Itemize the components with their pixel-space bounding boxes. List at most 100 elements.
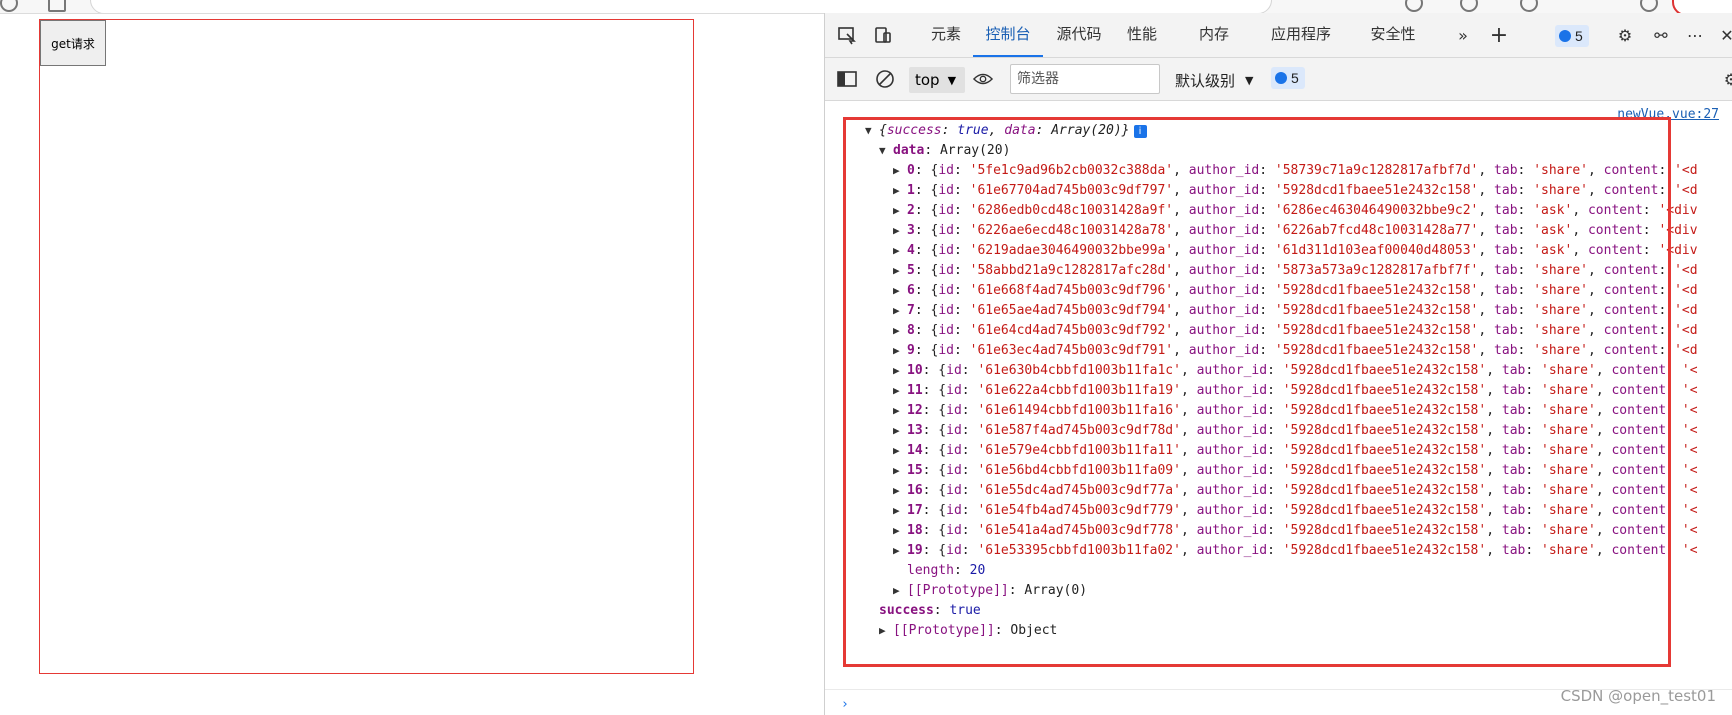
devtools-tabbar: 元素 控制台 源代码 性能 内存 应用程序 安全性 » + 5 ⚙ ⚯ ⋯ ✕ [825,13,1732,58]
message-icon [1559,30,1571,42]
array-item-row[interactable]: ▶ 5: {id: '58abbd21a9c1282817afc28d', aut… [865,261,1725,281]
tab-security[interactable]: 安全性 [1363,13,1423,57]
tab-application[interactable]: 应用程序 [1261,13,1341,57]
address-bar[interactable] [90,0,1272,13]
triangle-right-icon[interactable]: ▶ [893,401,907,421]
more-tabs-icon[interactable]: » [1453,25,1473,45]
get-request-button[interactable]: get请求 [40,20,106,66]
message-icon [1275,72,1287,84]
settings-more-icon[interactable] [1640,0,1658,12]
triangle-right-icon[interactable]: ▶ [893,261,907,281]
clear-console-icon[interactable] [875,69,895,89]
array-item-row[interactable]: ▶ 17: {id: '61e54fb4ad745b003c9df779', au… [865,501,1725,521]
page-container [39,19,694,674]
chevron-down-icon: ▼ [1245,73,1254,87]
log-levels-dropdown[interactable]: 默认级别 ▼ [1175,67,1253,93]
browser-toolbar [0,0,1732,14]
array-item-row[interactable]: ▶ 0: {id: '5fe1c9ad96b2cb0032c388da', aut… [865,161,1725,181]
length-row: length: 20 [907,563,986,578]
array-item-row[interactable]: ▶ 6: {id: '61e668f4ad745b003c9df796', aut… [865,281,1725,301]
console-settings-gear-icon[interactable]: ⚙ [1721,69,1732,89]
array-item-row[interactable]: ▶ 12: {id: '61e61494cbbfd1003b11fa16', au… [865,401,1725,421]
triangle-right-icon[interactable]: ▶ [893,361,907,381]
console-toolbar: top ▼ 默认级别 ▼ 5 ⚙ [825,58,1732,101]
filter-input[interactable] [1010,64,1160,94]
tab-memory[interactable]: 内存 [1189,13,1239,57]
source-link[interactable]: newVue.vue:27 [1617,107,1719,122]
array-item-row[interactable]: ▶ 11: {id: '61e622a4cbbfd1003b11fa19', au… [865,381,1725,401]
triangle-right-icon[interactable]: ▶ [893,521,907,541]
triangle-right-icon[interactable]: ▶ [893,541,907,561]
array-item-row[interactable]: ▶ 1: {id: '61e67704ad745b003c9df797', aut… [865,181,1725,201]
device-emulation-icon[interactable] [873,25,893,45]
triangle-right-icon[interactable]: ▶ [893,441,907,461]
triangle-right-icon[interactable]: ▶ [893,201,907,221]
triangle-right-icon[interactable]: ▶ [893,321,907,341]
triangle-right-icon[interactable]: ▶ [879,621,893,641]
triangle-right-icon[interactable]: ▶ [893,501,907,521]
triangle-down-icon[interactable]: ▼ [879,141,893,161]
tab-console[interactable]: 控制台 [973,13,1043,57]
profile-button[interactable] [1672,0,1732,13]
tabs-icon[interactable] [48,0,66,12]
tab-sources[interactable]: 源代码 [1049,13,1109,57]
array-item-row[interactable]: ▶ 15: {id: '61e56bd4cbbfd1003b11fa09', au… [865,461,1725,481]
back-icon[interactable] [0,0,18,12]
triangle-right-icon[interactable]: ▶ [893,381,907,401]
array-item-row[interactable]: ▶ 9: {id: '61e63ec4ad745b003c9df791', aut… [865,341,1725,361]
issues-badge[interactable]: 5 [1555,25,1589,47]
object-summary-row[interactable]: ▼ {success: true, data: Array(20)} i [865,121,1725,141]
triangle-right-icon[interactable]: ▶ [893,241,907,261]
array-item-row[interactable]: ▶ 18: {id: '61e541a4ad745b003c9df778', au… [865,521,1725,541]
array-item-row[interactable]: ▶ 10: {id: '61e630b4cbbfd1003b11fa1c', au… [865,361,1725,381]
console-prompt[interactable]: › [841,697,849,712]
add-tab-icon[interactable]: + [1489,23,1509,48]
tab-performance[interactable]: 性能 [1117,13,1167,57]
array-item-row[interactable]: ▶ 13: {id: '61e587f4ad745b003c9df78d', au… [865,421,1725,441]
triangle-right-icon[interactable]: ▶ [893,421,907,441]
customize-icon[interactable]: ⚯ [1651,25,1671,45]
sidebar-toggle-icon[interactable] [837,69,857,89]
data-array-row[interactable]: ▼ data: Array(20) [865,141,1725,161]
object-prototype-row[interactable]: ▶ [[Prototype]]: Object [865,621,1725,641]
close-icon[interactable]: ✕ [1717,25,1732,45]
more-options-icon[interactable]: ⋯ [1685,25,1705,45]
favorites-icon[interactable] [1460,0,1478,12]
array-item-row[interactable]: ▶ 3: {id: '6226ae6ecd48c10031428a78', aut… [865,221,1725,241]
toolbar-issues-badge[interactable]: 5 [1271,67,1305,89]
array-prototype-row[interactable]: ▶ [[Prototype]]: Array(0) [865,581,1725,601]
array-item-row[interactable]: ▶ 16: {id: '61e55dc4ad745b003c9df77a', au… [865,481,1725,501]
triangle-right-icon[interactable]: ▶ [893,341,907,361]
array-item-row[interactable]: ▶ 7: {id: '61e65ae4ad745b003c9df794', aut… [865,301,1725,321]
triangle-down-icon[interactable]: ▼ [865,121,879,141]
devtools-panel: 元素 控制台 源代码 性能 内存 应用程序 安全性 » + 5 ⚙ ⚯ ⋯ ✕ … [824,13,1732,715]
triangle-right-icon[interactable]: ▶ [893,161,907,181]
array-item-row[interactable]: ▶ 19: {id: '61e53395cbbfd1003b11fa02', au… [865,541,1725,561]
gear-icon[interactable]: ⚙ [1615,25,1635,45]
console-output[interactable]: newVue.vue:27 ▼ {success: true, data: Arr… [825,101,1732,715]
triangle-right-icon[interactable]: ▶ [893,181,907,201]
array-item-row[interactable]: ▶ 4: {id: '6219adae3046490032bbe99a', aut… [865,241,1725,261]
watermark: CSDN @open_test01 [1560,687,1716,705]
array-rows: ▶ 0: {id: '5fe1c9ad96b2cb0032c388da', aut… [865,161,1725,561]
object-tree: ▼ {success: true, data: Array(20)} i ▼ data… [865,121,1725,641]
extension-icon[interactable] [1405,0,1423,12]
inspect-element-icon[interactable] [837,25,857,45]
object-summary: {success: true, data: Array(20)} [879,123,1130,138]
collections-icon[interactable] [1520,0,1538,12]
triangle-right-icon[interactable]: ▶ [893,481,907,501]
tab-elements[interactable]: 元素 [921,13,971,57]
array-item-row[interactable]: ▶ 8: {id: '61e64cd4ad745b003c9df792', aut… [865,321,1725,341]
context-select[interactable]: top ▼ [909,67,965,93]
triangle-right-icon[interactable]: ▶ [893,581,907,601]
live-expression-eye-icon[interactable] [973,69,993,89]
array-item-row[interactable]: ▶ 2: {id: '6286edb0cd48c10031428a9f', aut… [865,201,1725,221]
triangle-right-icon[interactable]: ▶ [893,281,907,301]
triangle-right-icon[interactable]: ▶ [893,221,907,241]
triangle-right-icon[interactable]: ▶ [893,301,907,321]
array-item-row[interactable]: ▶ 14: {id: '61e579e4cbbfd1003b11fa11', au… [865,441,1725,461]
chevron-down-icon: ▼ [947,73,957,87]
success-row: success: true [879,603,981,618]
triangle-right-icon[interactable]: ▶ [893,461,907,481]
info-icon[interactable]: i [1133,125,1147,138]
